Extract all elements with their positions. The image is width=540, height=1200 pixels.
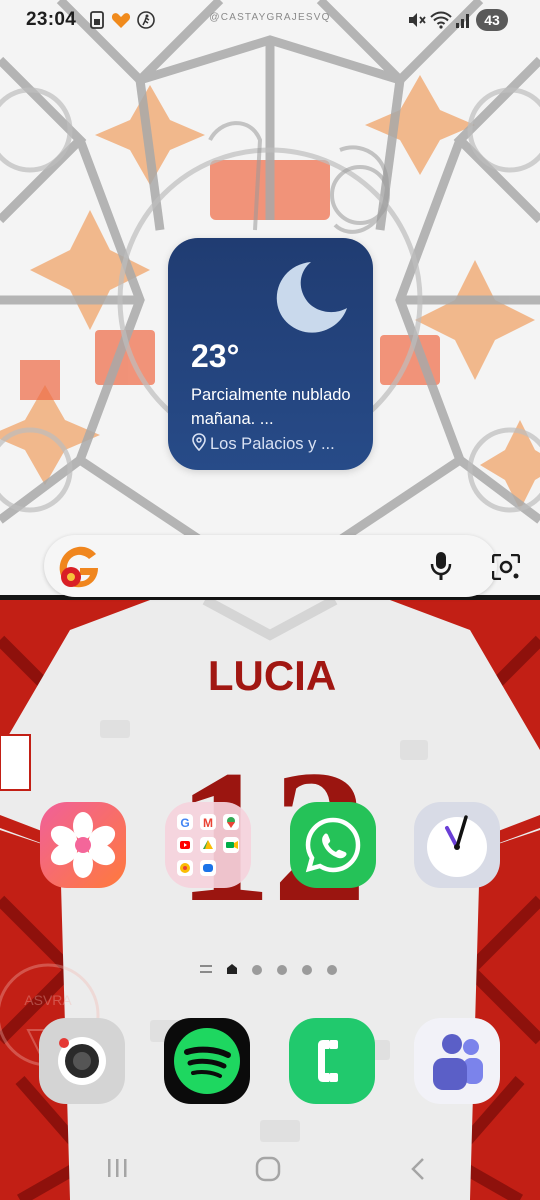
camera-lens-icon[interactable] [491, 553, 521, 585]
whatsapp-icon [305, 817, 361, 873]
wallpaper-bottom: LUCIA 12 ASVRA [0, 600, 540, 1200]
page-dot[interactable] [277, 965, 287, 975]
flower-icon [50, 812, 116, 878]
jersey-illustration: LUCIA 12 ASVRA [0, 600, 540, 1200]
g-logo-icon[interactable] [56, 544, 102, 595]
location-pin-icon [192, 433, 206, 456]
jersey-name: LUCIA [208, 652, 336, 699]
page-dot[interactable] [327, 965, 337, 975]
home-icon[interactable] [255, 1156, 281, 1187]
moon-icon [271, 258, 349, 341]
battery-indicator: 43 [476, 9, 508, 31]
svg-text:ASVRA: ASVRA [24, 992, 72, 1008]
svg-text:M: M [203, 816, 213, 830]
spotify-app-icon[interactable] [164, 1018, 250, 1104]
home-page-dot-icon[interactable] [227, 964, 237, 974]
navigation-bar [0, 1140, 540, 1200]
recents-icon[interactable] [105, 1157, 129, 1184]
folder-icon: G M [177, 814, 239, 876]
back-icon[interactable] [408, 1156, 428, 1187]
teams-app-icon[interactable] [414, 1018, 500, 1104]
whatsapp-app-icon[interactable] [290, 802, 376, 888]
mute-icon [408, 12, 426, 33]
weather-location-label: Los Palacios y ... [210, 435, 335, 453]
status-bar: 23:04 @CASTAYGRAJESVQ 43 [0, 0, 540, 40]
clock-app-icon[interactable] [414, 802, 500, 888]
page-dot[interactable] [302, 965, 312, 975]
phone-icon [318, 1040, 338, 1082]
gallery-app-icon[interactable] [40, 802, 126, 888]
page-indicator[interactable] [200, 962, 340, 976]
page-list-icon[interactable] [200, 965, 212, 967]
weather-temperature: 23° [191, 338, 240, 374]
weather-location: Los Palacios y ... [192, 433, 335, 456]
weather-widget[interactable]: 23° Parcialmente nublado mañana. ... Los… [168, 238, 373, 470]
search-bar[interactable] [44, 535, 521, 597]
clock-icon [427, 815, 487, 877]
google-folder-icon[interactable]: G M [165, 802, 251, 888]
teams-icon [433, 1034, 483, 1090]
camera-icon [58, 1037, 106, 1085]
phone-app-icon[interactable] [289, 1018, 375, 1104]
page-dot[interactable] [252, 965, 262, 975]
weather-condition: Parcialmente nublado mañana. ... [191, 386, 351, 428]
mic-icon[interactable] [430, 551, 452, 586]
spotify-icon [174, 1028, 240, 1094]
camera-app-icon[interactable] [39, 1018, 125, 1104]
wifi-icon [430, 11, 452, 34]
signal-icon [455, 12, 471, 33]
svg-text:G: G [180, 816, 189, 830]
